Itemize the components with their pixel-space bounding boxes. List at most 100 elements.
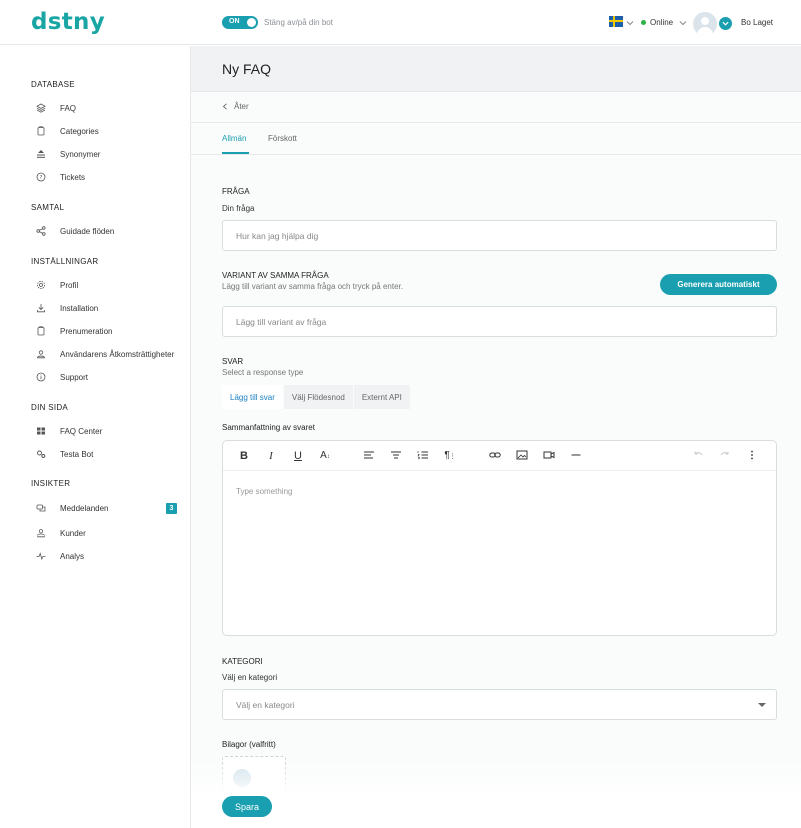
back-link[interactable]: Åter: [222, 102, 249, 111]
chevron-left-icon: [222, 103, 227, 110]
generate-automatically-button[interactable]: Generera automatiskt: [660, 274, 777, 295]
response-tab-external-api[interactable]: Externt API: [353, 385, 411, 409]
sidebar-item-label: Användarens Åtkomsträttigheter: [60, 349, 175, 359]
link-icon[interactable]: [488, 449, 502, 463]
tab-allman[interactable]: Allmän: [222, 134, 246, 143]
sidebar-item-anvandarens-atkomstrattigheter[interactable]: Användarens Åtkomsträttigheter: [35, 347, 174, 361]
variant-input[interactable]: Lägg till variant av fråga: [222, 306, 777, 337]
italic-icon[interactable]: I: [264, 449, 278, 463]
more-options-icon[interactable]: [745, 449, 759, 463]
user-name[interactable]: Bo Laget: [741, 18, 773, 27]
category-selected: Välj en kategori: [236, 699, 295, 710]
chevron-down-icon[interactable]: [626, 19, 634, 27]
caret-down-icon: [758, 703, 766, 707]
sidebar-item-kunder[interactable]: Kunder: [35, 526, 86, 540]
variant-sublabel: Lägg till variant av samma fråga och try…: [222, 282, 403, 291]
sidebar-item-label: Testa Bot: [60, 449, 94, 459]
attachments-label: Bilagor (valfritt): [222, 740, 276, 749]
numbered-list-icon[interactable]: [416, 449, 430, 463]
horizontal-rule-icon[interactable]: [569, 449, 583, 463]
answer-editor[interactable]: B I U A↕ ¶⋮ Type something: [222, 440, 777, 636]
sweden-flag-icon[interactable]: [609, 16, 623, 27]
sidebar-item-categories[interactable]: Categories: [35, 124, 99, 138]
online-status-dot: [641, 20, 646, 25]
sidebar: DATABASE FAQ Categories Synonymer ? Tick…: [0, 46, 191, 828]
gear-icon: [35, 279, 47, 291]
avatar[interactable]: [693, 12, 717, 36]
grid-icon: [35, 425, 47, 437]
sidebar-item-meddelanden[interactable]: Meddelanden: [35, 501, 108, 515]
sidebar-item-profil[interactable]: Profil: [35, 278, 78, 292]
video-icon[interactable]: [542, 449, 556, 463]
sidebar-item-synonymer[interactable]: Synonymer: [35, 147, 100, 161]
share-icon: [35, 225, 47, 237]
response-tab-flow-node[interactable]: Välj Flödesnod: [283, 385, 354, 409]
synonym-icon: [35, 148, 47, 160]
sidebar-section-database: DATABASE: [31, 80, 75, 89]
toggle-state: ON: [229, 18, 240, 25]
bot-toggle[interactable]: ON: [222, 16, 258, 29]
paragraph-icon[interactable]: ¶⋮: [443, 449, 457, 463]
sidebar-item-label: Guidade flöden: [60, 226, 115, 236]
sidebar-item-faq[interactable]: FAQ: [35, 101, 76, 115]
bold-icon[interactable]: B: [237, 449, 251, 463]
messages-icon: [35, 502, 47, 514]
image-icon[interactable]: [515, 449, 529, 463]
info-icon: [35, 371, 47, 383]
response-tab-add-answer[interactable]: Lägg till svar: [222, 385, 284, 409]
sidebar-item-guidade-floden[interactable]: Guidade flöden: [35, 224, 114, 238]
align-left-icon[interactable]: [362, 449, 376, 463]
divider: [191, 122, 801, 123]
top-bar: dstny ON Stäng av/på din bot Online Bo L…: [0, 0, 801, 45]
summary-label: Sammanfattning av svaret: [222, 423, 315, 432]
logo: dstny: [31, 9, 106, 35]
editor-placeholder: Type something: [236, 487, 293, 496]
sidebar-section-insikter: INSIKTER: [31, 479, 71, 488]
sidebar-item-analys[interactable]: Analys: [35, 549, 84, 563]
sidebar-item-support[interactable]: Support: [35, 370, 88, 384]
chevron-down-icon[interactable]: [719, 17, 732, 30]
sidebar-item-label: FAQ Center: [60, 426, 103, 436]
response-type-tabs: Lägg till svar Välj Flödesnod Externt AP…: [222, 385, 411, 409]
sidebar-item-label: Analys: [60, 551, 85, 561]
sidebar-item-tickets[interactable]: ? Tickets: [35, 170, 85, 184]
question-input[interactable]: Hur kan jag hjälpa dig: [222, 220, 777, 251]
back-label: Åter: [234, 102, 249, 111]
align-center-icon[interactable]: [389, 449, 403, 463]
customers-icon: [35, 527, 47, 539]
page-header: Ny FAQ: [191, 46, 801, 92]
sidebar-item-testa-bot[interactable]: Testa Bot: [35, 447, 93, 461]
underline-icon[interactable]: U: [291, 449, 305, 463]
font-size-icon[interactable]: A↕: [318, 449, 332, 463]
sidebar-item-label: Tickets: [60, 172, 86, 182]
online-status[interactable]: Online: [650, 18, 673, 27]
chevron-down-icon[interactable]: [679, 19, 687, 27]
question-label: FRÅGA: [222, 187, 250, 196]
ticket-icon: ?: [35, 171, 47, 183]
divider: [191, 154, 801, 155]
page-title: Ny FAQ: [222, 61, 272, 77]
sidebar-item-prenumeration[interactable]: Prenumeration: [35, 324, 112, 338]
undo-icon[interactable]: [691, 449, 705, 463]
sidebar-item-label: Meddelanden: [60, 503, 109, 513]
sidebar-item-installation[interactable]: Installation: [35, 301, 98, 315]
download-icon: [35, 302, 47, 314]
sidebar-section-installningar: INSTÄLLNINGAR: [31, 257, 99, 266]
category-select[interactable]: Välj en kategori: [222, 689, 777, 720]
variant-placeholder: Lägg till variant av fråga: [236, 316, 327, 327]
answer-sublabel: Select a response type: [222, 368, 304, 377]
answer-label: SVAR: [222, 357, 244, 366]
svg-text:?: ?: [40, 175, 43, 181]
redo-icon[interactable]: [718, 449, 732, 463]
document-icon: [35, 325, 47, 337]
layers-icon: [35, 102, 47, 114]
sidebar-item-label: Categories: [60, 126, 99, 136]
sidebar-item-faq-center[interactable]: FAQ Center: [35, 424, 102, 438]
tab-forskott[interactable]: Förskott: [268, 134, 297, 143]
category-sublabel: Välj en kategori: [222, 673, 278, 682]
users-icon: [35, 348, 47, 360]
sidebar-section-samtal: SAMTAL: [31, 203, 65, 212]
save-button[interactable]: Spara: [222, 796, 272, 817]
sidebar-item-label: Profil: [60, 280, 79, 290]
toggle-label: Stäng av/på din bot: [264, 18, 333, 27]
